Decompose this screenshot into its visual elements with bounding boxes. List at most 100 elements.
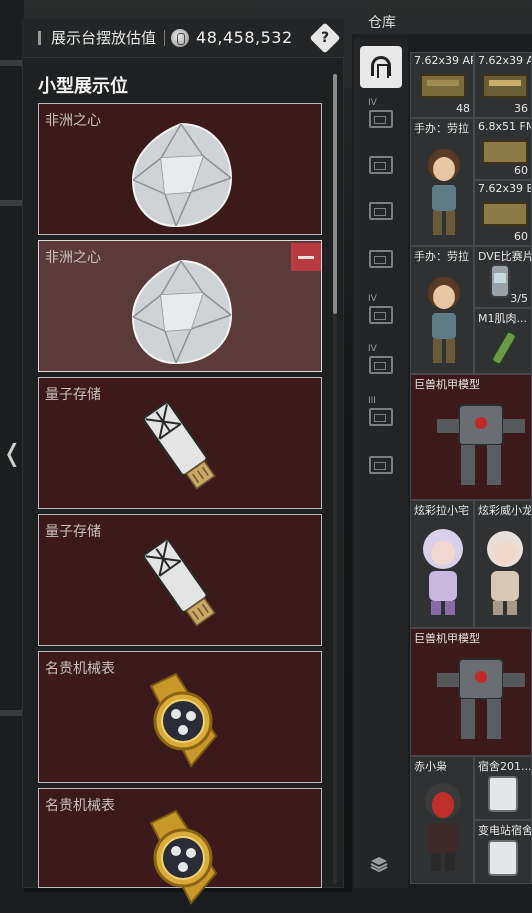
- value-label: 展示台摆放估值: [51, 29, 157, 47]
- chevron-left-icon[interactable]: ❬: [2, 438, 22, 468]
- tab-storage-5[interactable]: IV: [360, 294, 402, 336]
- inventory-item[interactable]: 6.8x51 FMJ 60: [474, 118, 532, 180]
- header-divider: [164, 29, 166, 46]
- injector-icon: [491, 330, 517, 366]
- item-label: 变电站宿舍...: [478, 824, 532, 837]
- tab-storage-7[interactable]: III: [360, 396, 402, 438]
- help-icon[interactable]: ?: [309, 22, 341, 54]
- inventory-item[interactable]: 巨兽机甲模型: [410, 374, 532, 500]
- slot-label: 名贵机械表: [45, 798, 115, 814]
- header-pipe: [38, 30, 41, 45]
- ammo-box-icon: [420, 74, 466, 98]
- item-label: 炫彩拉小宅: [414, 504, 469, 517]
- tab-storage-4[interactable]: [360, 238, 402, 280]
- backdrop-stripe: [0, 60, 24, 66]
- tab-number: IV: [368, 344, 377, 354]
- tab-storage-1[interactable]: IV: [360, 98, 402, 140]
- inventory-item[interactable]: 炫彩威小龙: [474, 500, 532, 628]
- item-label: M1肌肉...: [478, 312, 527, 325]
- item-label: 7.62x39 AP SUB: [478, 54, 531, 67]
- item-quantity: 48: [456, 102, 470, 115]
- storage-icon: [369, 456, 393, 474]
- ammo-box-icon: [482, 74, 528, 98]
- item-quantity: 60: [514, 230, 528, 243]
- value-amount: 48,458,532: [196, 28, 293, 47]
- diamond-icon: [131, 259, 233, 365]
- inventory-item[interactable]: 炫彩拉小宅: [410, 500, 474, 628]
- item-quantity: 36: [514, 102, 528, 115]
- mech-model-icon: [437, 658, 525, 739]
- ammo-box-icon: [482, 202, 528, 226]
- display-slot[interactable]: 量子存储: [38, 377, 322, 509]
- item-quantity: 60: [514, 164, 528, 177]
- tab-number: III: [368, 396, 376, 406]
- tab-number: IV: [368, 98, 377, 108]
- ammo-box-icon: [482, 140, 528, 164]
- help-glyph: ?: [320, 30, 330, 46]
- inventory-item[interactable]: 7.62x39 BP 60: [474, 180, 532, 246]
- item-label: 宿舍201...: [478, 760, 532, 773]
- section-title: 小型展示位: [38, 76, 128, 97]
- storage-icon: [369, 306, 393, 324]
- tab-home[interactable]: [360, 46, 402, 88]
- keycard-icon: [488, 776, 518, 812]
- usb-drive-icon: [143, 538, 216, 627]
- scrollbar-thumb[interactable]: [333, 74, 337, 314]
- item-label: 手办：劳拉: [414, 250, 469, 263]
- slot-label: 非洲之心: [45, 250, 101, 266]
- display-slot[interactable]: 名贵机械表: [38, 651, 322, 783]
- tab-number: IV: [368, 294, 377, 304]
- tab-storage-2[interactable]: [360, 144, 402, 186]
- figurine-icon: [428, 149, 460, 235]
- figurine-icon: [428, 277, 460, 363]
- inventory-item[interactable]: 手办：劳拉: [410, 246, 474, 374]
- inventory-item[interactable]: 巨兽机甲模型: [410, 628, 532, 756]
- tab-storage-6[interactable]: IV: [360, 344, 402, 386]
- diamond-icon: [131, 122, 233, 228]
- item-label: 炫彩威小龙: [478, 504, 532, 517]
- tab-storage-8[interactable]: [360, 444, 402, 486]
- item-label: 巨兽机甲模型: [414, 632, 480, 645]
- item-label: 巨兽机甲模型: [414, 378, 480, 391]
- inventory-item[interactable]: 7.62x39 AP 48: [410, 52, 474, 118]
- item-quantity: 3/5: [510, 292, 528, 305]
- figurine-icon: [487, 531, 523, 615]
- inventory-item[interactable]: 变电站宿舍...: [474, 820, 532, 884]
- storage-icon: [369, 202, 393, 220]
- figurine-icon: [423, 529, 463, 615]
- inventory-item[interactable]: 7.62x39 AP SUB 36: [474, 52, 532, 118]
- backdrop-stripe: [0, 200, 24, 206]
- slot-label: 名贵机械表: [45, 661, 115, 677]
- storage-icon: [369, 250, 393, 268]
- storage-icon: [369, 110, 393, 128]
- keycard-icon: [488, 840, 518, 876]
- slot-label: 量子存储: [45, 524, 101, 540]
- figurine-icon: [425, 783, 461, 871]
- usb-drive-icon: [143, 401, 216, 490]
- storage-icon: [369, 356, 393, 374]
- item-label: 7.62x39 AP: [414, 54, 474, 67]
- display-slot[interactable]: 非洲之心: [38, 103, 322, 235]
- item-label: 手办：劳拉: [414, 122, 469, 135]
- layers-icon[interactable]: [370, 856, 388, 872]
- mech-model-icon: [437, 404, 525, 485]
- display-slot[interactable]: 量子存储: [38, 514, 322, 646]
- item-label: 7.62x39 BP: [478, 182, 531, 195]
- inventory-item[interactable]: M1肌肉...: [474, 308, 532, 374]
- display-slot[interactable]: 名贵机械表: [38, 788, 322, 905]
- gold-watch-icon: [149, 672, 218, 768]
- remove-icon[interactable]: [291, 243, 321, 271]
- inventory-item[interactable]: DVE比赛片 3/5: [474, 246, 532, 308]
- left-backdrop: ❬: [0, 0, 24, 892]
- inventory-item[interactable]: 赤小枭: [410, 756, 474, 884]
- tab-storage-3[interactable]: [360, 190, 402, 232]
- warehouse-tabs: IV IV IV III: [354, 38, 408, 888]
- inventory-item[interactable]: 宿舍201...: [474, 756, 532, 820]
- value-header: 展示台摆放估值 48,458,532 ?: [22, 18, 344, 58]
- item-label: 赤小枭: [414, 760, 447, 773]
- display-slot-selected[interactable]: 非洲之心: [38, 240, 322, 372]
- warehouse-title: 仓库: [368, 15, 396, 31]
- item-label: 6.8x51 FMJ: [478, 120, 531, 133]
- inventory-item[interactable]: 手办：劳拉: [410, 118, 474, 246]
- backdrop-stripe: [0, 710, 24, 716]
